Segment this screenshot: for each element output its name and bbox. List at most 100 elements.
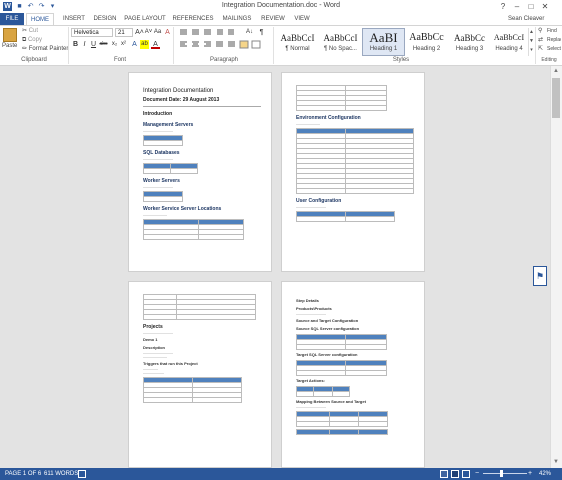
style-sample: AaBbCcI — [280, 33, 315, 43]
help-button[interactable]: ? — [497, 1, 509, 12]
tab-file[interactable]: FILE — [0, 13, 24, 25]
font-group-label: Font — [113, 57, 126, 63]
text-effects-button[interactable]: A — [130, 40, 139, 49]
shrink-font-button[interactable]: A˅ — [144, 28, 153, 37]
show-formatting-button[interactable]: ¶ — [257, 28, 266, 37]
print-layout-icon[interactable] — [451, 470, 459, 478]
subscript-button[interactable]: x₂ — [110, 40, 119, 49]
word-logo-icon[interactable]: W — [3, 2, 12, 11]
doc-table — [143, 377, 242, 403]
tab-view[interactable]: VIEW — [290, 13, 314, 25]
paragraph-placeholder: —————————— — [143, 157, 173, 161]
minimize-button[interactable]: – — [511, 1, 523, 12]
search-icon: ⚲ — [538, 28, 543, 34]
document-page[interactable]: Environment Configuration ———————— User … — [281, 72, 425, 272]
heading: Management Servers — [143, 122, 194, 128]
ribbon-separator — [273, 27, 274, 64]
select-button[interactable]: ⇱ — [538, 45, 543, 54]
bold-button[interactable]: B — [71, 40, 80, 49]
redo-icon[interactable]: ↷ — [37, 2, 46, 11]
scroll-down-arrow-icon[interactable]: ▼ — [551, 458, 561, 466]
heading: User Configuration — [296, 198, 342, 204]
style-heading-1[interactable]: AaBI Heading 1 — [362, 28, 405, 56]
sort-button[interactable]: A↓ — [245, 28, 254, 37]
document-page[interactable]: Step Details Products\Products —————————… — [281, 281, 425, 468]
replace-label: Replace — [547, 37, 561, 43]
copy-button[interactable]: ⧉ Copy — [22, 36, 42, 45]
style-name: Heading 4 — [495, 46, 523, 52]
customize-qat-icon[interactable]: ▾ — [48, 2, 57, 11]
zoom-out-icon[interactable]: − — [475, 468, 479, 480]
font-color-button[interactable]: A — [151, 40, 160, 49]
scroll-up-arrow-icon[interactable]: ▲ — [551, 67, 561, 75]
find-button[interactable]: ⚲ — [538, 27, 542, 36]
superscript-button[interactable]: x² — [119, 40, 128, 49]
read-mode-icon[interactable] — [440, 470, 448, 478]
doc-table — [296, 211, 395, 222]
page-count[interactable]: PAGE 1 OF 6 — [5, 468, 41, 480]
highlight-button[interactable]: ab — [140, 40, 149, 49]
doc-table — [296, 411, 388, 427]
italic-button[interactable]: I — [80, 40, 89, 49]
underline-button[interactable]: U — [89, 40, 98, 49]
copy-icon: ⧉ — [22, 37, 27, 43]
style-heading-2[interactable]: AaBbCc Heading 2 — [405, 28, 448, 56]
ribbon-separator — [68, 27, 69, 64]
tab-design[interactable]: DESIGN — [90, 13, 120, 25]
tab-home[interactable]: HOME — [26, 13, 54, 25]
save-icon[interactable]: ■ — [15, 2, 24, 11]
close-button[interactable]: ✕ — [539, 1, 551, 12]
scrollbar-thumb[interactable] — [552, 78, 560, 118]
tab-insert[interactable]: INSERT — [60, 13, 88, 25]
style-heading-4[interactable]: AaBbCcI Heading 4 — [491, 28, 527, 56]
ribbon-separator — [173, 27, 174, 64]
tab-page-layout[interactable]: PAGE LAYOUT — [122, 13, 168, 25]
style-name: ¶ No Spac... — [324, 46, 357, 52]
doc-table — [143, 219, 244, 240]
zoom-in-icon[interactable]: + — [528, 468, 532, 480]
user-name[interactable]: Sean Cleaver — [508, 13, 544, 25]
zoom-level[interactable]: 42% — [539, 468, 551, 480]
web-layout-icon[interactable] — [462, 470, 470, 478]
proofing-icon[interactable] — [78, 470, 86, 478]
scissors-icon: ✂ — [22, 28, 28, 34]
tab-review[interactable]: REVIEW — [258, 13, 288, 25]
cut-button[interactable]: ✂ Cut — [22, 27, 38, 36]
paste-icon[interactable] — [3, 28, 17, 42]
styles-gallery-scroll[interactable]: ▲ ▼ ▾ — [528, 28, 534, 56]
zoom-slider[interactable] — [483, 473, 527, 474]
font-name-dropdown[interactable]: Helvetica — [71, 28, 113, 37]
document-page[interactable]: Projects —————————— Demo 1 Description —… — [128, 281, 272, 468]
document-page[interactable]: Integration Documentation Document Date:… — [128, 72, 272, 272]
select-icon: ⇱ — [538, 46, 544, 52]
style-no-spacing[interactable]: AaBbCcI ¶ No Spac... — [319, 28, 362, 56]
strikethrough-button[interactable]: abc — [99, 40, 108, 49]
heading: Source and Target Configuration — [296, 318, 359, 323]
format-painter-button[interactable]: ✏ Format Painter — [22, 45, 68, 54]
paragraph-placeholder: —————————— — [143, 129, 173, 133]
font-size-dropdown[interactable]: 21 — [115, 28, 133, 37]
paragraph-placeholder: —————————— — [296, 205, 326, 209]
restore-button[interactable]: □ — [525, 1, 537, 12]
undo-icon[interactable]: ↶ — [26, 2, 35, 11]
bookmark-icon[interactable]: ⚑ — [533, 266, 547, 286]
paragraph-placeholder: ———————— — [296, 122, 320, 126]
style-normal[interactable]: AaBbCcI ¶ Normal — [276, 28, 319, 56]
tab-mailings[interactable]: MAILINGS — [218, 13, 256, 25]
vertical-scrollbar[interactable] — [550, 66, 562, 468]
heading: Target SQL Server configuration — [296, 352, 358, 357]
replace-button[interactable]: ⇄ — [538, 36, 543, 45]
tab-references[interactable]: REFERENCES — [170, 13, 216, 25]
change-case-button[interactable]: Aa — [153, 28, 162, 37]
style-name: Heading 1 — [369, 46, 398, 52]
paste-button[interactable]: Paste — [2, 42, 17, 51]
clear-formatting-button[interactable]: A — [163, 28, 172, 37]
style-name: Heading 2 — [412, 46, 441, 52]
grow-font-button[interactable]: A˄ — [135, 28, 144, 37]
style-heading-3[interactable]: AaBbCc Heading 3 — [448, 28, 491, 56]
doc-table — [296, 128, 415, 194]
paragraph-placeholder: ————— ——————— — [143, 367, 164, 375]
zoom-slider-thumb[interactable] — [500, 470, 503, 477]
paragraph-placeholder: ———————— — [143, 213, 167, 217]
word-count[interactable]: 611 WORDS — [44, 468, 78, 480]
